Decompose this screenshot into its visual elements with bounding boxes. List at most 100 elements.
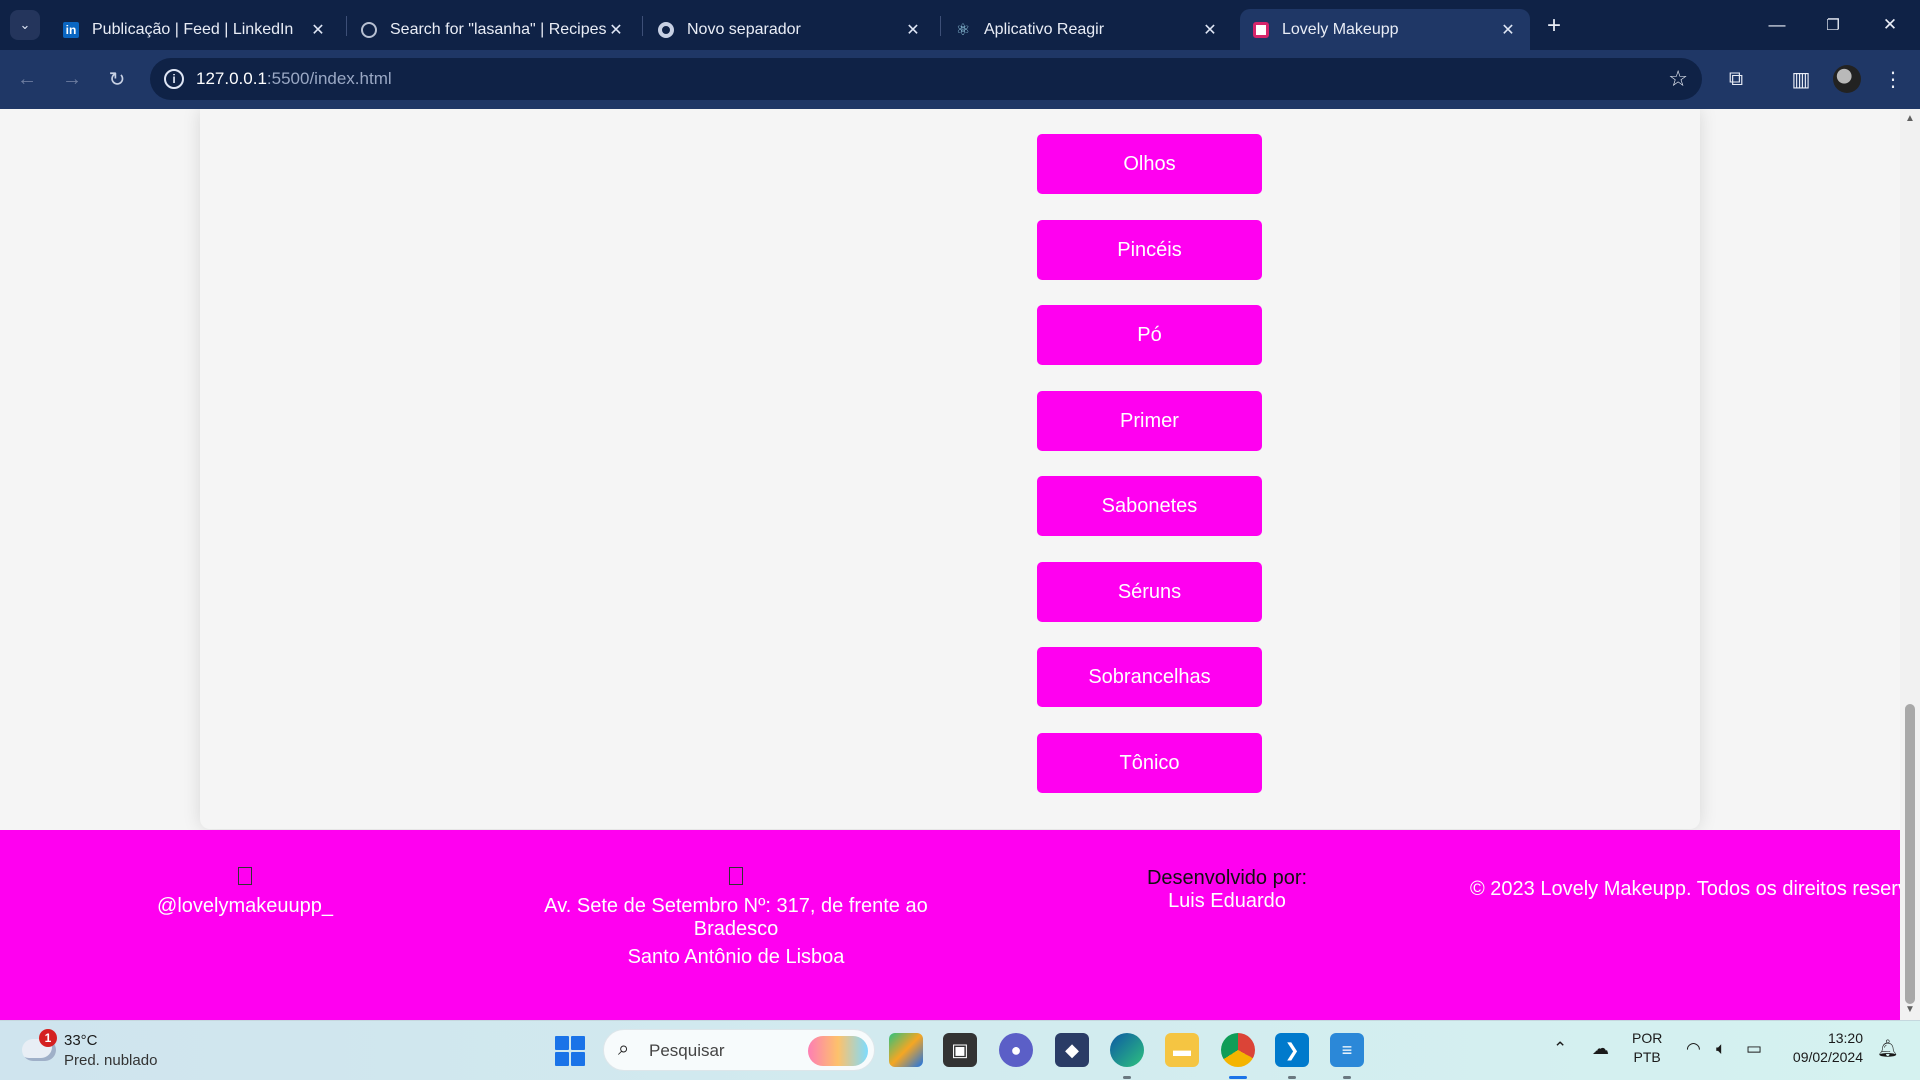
temperature: 33°C: [64, 1032, 98, 1049]
close-icon[interactable]: ✕: [308, 20, 328, 40]
address-line-1: Av. Sete de Setembro Nº: 317, de frente …: [544, 895, 928, 917]
tab-title: Publicação | Feed | LinkedIn: [92, 20, 294, 38]
url-host: 127.0.0.1: [196, 69, 267, 88]
clock[interactable]: 13:20 09/02/2024: [1783, 1029, 1863, 1067]
site-info-icon[interactable]: i: [164, 69, 184, 89]
file-explorer-icon[interactable]: ▬: [1165, 1033, 1199, 1067]
tab-lovely-makeupp[interactable]: Lovely Makeupp ✕: [1240, 9, 1530, 50]
instagram-handle[interactable]: @lovelymakeuupp_: [110, 895, 380, 918]
address-bar[interactable]: i 127.0.0.1:5500/index.html ☆: [150, 58, 1702, 100]
forward-button[interactable]: →: [57, 64, 87, 94]
address-city: Santo Antônio de Lisboa: [627, 946, 845, 968]
browser-toolbar: ← → ↻ i 127.0.0.1:5500/index.html ☆ ⧉ ▥ …: [0, 50, 1920, 109]
battery-icon[interactable]: ▭: [1746, 1039, 1762, 1059]
tab-title: Lovely Makeupp: [1282, 20, 1399, 38]
app-active-indicator: [1229, 1076, 1247, 1079]
close-icon[interactable]: ✕: [1200, 20, 1220, 40]
tab-linkedin[interactable]: in Publicação | Feed | LinkedIn ✕: [50, 9, 340, 50]
app-icon[interactable]: ◆: [1055, 1033, 1089, 1067]
developer-name: Luis Eduardo: [1168, 890, 1286, 912]
tab-title: Search for "lasanha" | Recipes: [390, 20, 606, 38]
page-scrollbar[interactable]: ▲ ▼: [1900, 109, 1920, 1020]
category-button-seruns[interactable]: Séruns: [1037, 562, 1262, 622]
app-running-indicator: [1123, 1076, 1131, 1079]
category-button-po[interactable]: Pó: [1037, 305, 1262, 365]
footer-address: Av. Sete de Setembro Nº: 317, de frente …: [520, 867, 952, 974]
footer-copyright: © 2023 Lovely Makeupp. Todos os direitos…: [1470, 878, 1900, 906]
weather-widget[interactable]: 1 33°C Pred. nublado: [22, 1029, 182, 1073]
tab-title: Aplicativo Reagir: [984, 20, 1105, 38]
tab-react-app[interactable]: ⚛ Aplicativo Reagir ✕: [942, 9, 1232, 50]
category-button-sabonetes[interactable]: Sabonetes: [1037, 476, 1262, 536]
close-window-button[interactable]: ✕: [1870, 10, 1910, 40]
search-placeholder: Pesquisar: [649, 1041, 725, 1060]
category-button-primer[interactable]: Primer: [1037, 391, 1262, 451]
show-hidden-icons-chevron-icon[interactable]: ⌃: [1553, 1039, 1567, 1059]
vscode-icon[interactable]: ❯: [1275, 1033, 1309, 1067]
copyright-text: © 2023 Lovely Makeupp. Todos os direitos…: [1470, 878, 1900, 900]
notification-badge: 1: [39, 1029, 57, 1047]
category-card: Olhos Pincéis Pó Primer Sabonetes Séruns…: [200, 109, 1700, 829]
footer-instagram: @lovelymakeuupp_: [110, 867, 380, 923]
restore-button[interactable]: ❐: [1813, 10, 1853, 40]
scroll-up-arrow-icon[interactable]: ▲: [1904, 113, 1916, 124]
copilot-app-icon[interactable]: [889, 1033, 923, 1067]
tab-separator: [642, 16, 643, 36]
location-icon: [729, 867, 743, 885]
task-view-icon[interactable]: ▣: [943, 1033, 977, 1067]
new-tab-button[interactable]: +: [1540, 12, 1568, 40]
category-button-tonico[interactable]: Tônico: [1037, 733, 1262, 793]
site-footer: @lovelymakeuupp_ Av. Sete de Setembro Nº…: [0, 830, 1900, 1020]
notepad-icon[interactable]: ≡: [1330, 1033, 1364, 1067]
url-path: :5500/index.html: [266, 69, 392, 88]
url-text[interactable]: 127.0.0.1:5500/index.html: [196, 69, 392, 89]
wifi-icon[interactable]: ◠: [1686, 1039, 1701, 1059]
tab-new-tab[interactable]: Novo separador ✕: [645, 9, 935, 50]
site-favicon: [1252, 21, 1270, 39]
footer-developer: Desenvolvido por: Luis Eduardo: [1107, 867, 1347, 918]
tab-search-menu-button[interactable]: ⌄: [10, 10, 40, 40]
category-button-pinceis[interactable]: Pincéis: [1037, 220, 1262, 280]
bookmark-star-icon[interactable]: ☆: [1668, 66, 1688, 92]
close-icon[interactable]: ✕: [606, 20, 626, 40]
tab-title: Novo separador: [687, 20, 801, 38]
page-viewport: Olhos Pincéis Pó Primer Sabonetes Séruns…: [0, 109, 1900, 1020]
back-button[interactable]: ←: [12, 64, 42, 94]
windows-taskbar: 1 33°C Pred. nublado ⌕ Pesquisar ▣ ● ◆ ▬…: [0, 1020, 1920, 1080]
teams-chat-icon[interactable]: ●: [999, 1033, 1033, 1067]
scroll-down-arrow-icon[interactable]: ▼: [1904, 1004, 1916, 1015]
language-indicator[interactable]: POR PTB: [1632, 1029, 1662, 1067]
chrome-icon: [657, 21, 675, 39]
chrome-icon[interactable]: [1221, 1033, 1255, 1067]
browser-tab-bar: ⌄ in Publicação | Feed | LinkedIn ✕ Sear…: [0, 0, 1920, 50]
side-panel-icon[interactable]: ▥: [1786, 64, 1816, 94]
menu-kebab-icon[interactable]: ⋮: [1878, 64, 1908, 94]
language-primary: POR: [1632, 1030, 1663, 1046]
notifications-bell-icon[interactable]: 🔔︎: [1877, 1039, 1899, 1059]
tab-recipes[interactable]: Search for "lasanha" | Recipes ✕: [348, 9, 638, 50]
instagram-icon: [238, 867, 252, 885]
close-icon[interactable]: ✕: [903, 20, 923, 40]
volume-icon[interactable]: 🔈︎: [1716, 1039, 1726, 1059]
taskbar-search[interactable]: ⌕ Pesquisar: [603, 1029, 875, 1071]
tab-separator: [346, 16, 347, 36]
clock-date: 09/02/2024: [1792, 1049, 1863, 1065]
tab-separator: [940, 16, 941, 36]
weather-condition: Pred. nublado: [64, 1052, 158, 1069]
search-highlight-image: [808, 1036, 868, 1066]
onedrive-sync-icon[interactable]: ☁: [1592, 1039, 1609, 1059]
start-button[interactable]: [555, 1036, 585, 1066]
edge-icon[interactable]: [1110, 1033, 1144, 1067]
category-button-olhos[interactable]: Olhos: [1037, 134, 1262, 194]
app-running-indicator: [1343, 1076, 1351, 1079]
category-button-sobrancelhas[interactable]: Sobrancelhas: [1037, 647, 1262, 707]
developer-title: Desenvolvido por:: [1146, 867, 1308, 889]
search-icon: ⌕: [618, 1038, 630, 1060]
minimize-button[interactable]: —: [1757, 10, 1797, 40]
profile-avatar[interactable]: [1833, 65, 1861, 93]
close-icon[interactable]: ✕: [1498, 20, 1518, 40]
extensions-icon[interactable]: ⧉: [1721, 64, 1751, 94]
reload-button[interactable]: ↻: [102, 64, 132, 94]
scrollbar-thumb[interactable]: [1905, 704, 1915, 1004]
language-secondary: PTB: [1633, 1049, 1661, 1065]
